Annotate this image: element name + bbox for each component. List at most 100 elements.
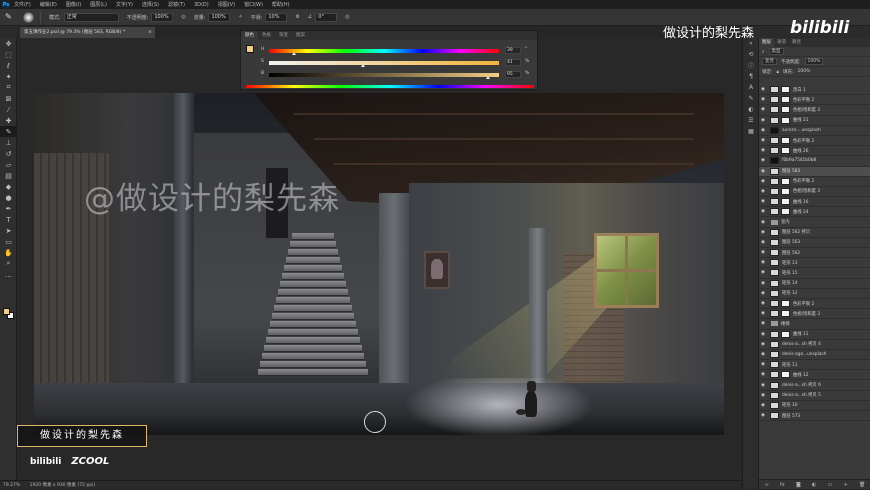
- angle-input[interactable]: 0°: [315, 12, 338, 22]
- marquee-tool-icon[interactable]: ⬚: [0, 49, 17, 60]
- eraser-tool-icon[interactable]: ▱: [0, 159, 17, 170]
- layer-row[interactable]: ◉ 色相/饱和度 3: [759, 105, 870, 116]
- layer-row[interactable]: ◉ 矩形 10: [759, 401, 870, 411]
- visibility-eye-icon[interactable]: ◉: [759, 138, 767, 143]
- visibility-eye-icon[interactable]: ◉: [759, 321, 767, 326]
- layer-row[interactable]: ◉ 图层 562: [759, 248, 870, 259]
- menu-window[interactable]: 窗口(W): [244, 1, 263, 8]
- layer-row[interactable]: ◉ 矩形 15: [759, 268, 870, 279]
- layer-row[interactable]: ◉ 曲线 16: [759, 197, 870, 208]
- visibility-eye-icon[interactable]: ◉: [759, 281, 767, 286]
- zoom-tool-icon[interactable]: ⌕: [0, 258, 17, 269]
- visibility-eye-icon[interactable]: ◉: [759, 230, 767, 235]
- shape-tool-icon[interactable]: ▭: [0, 236, 17, 247]
- lasso-tool-icon[interactable]: ℓ: [0, 60, 17, 71]
- tab-patterns[interactable]: 图案: [292, 31, 309, 40]
- saturation-slider[interactable]: [269, 61, 499, 65]
- layer-row[interactable]: ◉ denis-a...sh 拷贝 6: [759, 380, 870, 391]
- quick-select-tool-icon[interactable]: ✦: [0, 71, 17, 82]
- layer-row[interactable]: ◉ f0b9a7541b0b8: [759, 156, 870, 167]
- menu-edit[interactable]: 编辑(E): [40, 1, 57, 8]
- layer-row[interactable]: ◉ 色相/饱和度 3: [759, 187, 870, 198]
- frame-tool-icon[interactable]: ⊠: [0, 93, 17, 104]
- tab-swatches[interactable]: 色板: [258, 31, 275, 40]
- brush-tool-icon[interactable]: ✎: [5, 12, 15, 22]
- properties-icon[interactable]: ☰: [743, 115, 759, 126]
- delete-layer-icon[interactable]: 🗑︎: [859, 482, 865, 488]
- canvas-area[interactable]: @做设计的梨先森: [17, 38, 742, 479]
- hue-input[interactable]: 39: [505, 47, 521, 54]
- saturation-input[interactable]: 41: [505, 59, 521, 66]
- more-tools-icon[interactable]: …: [0, 269, 17, 280]
- visibility-eye-icon[interactable]: ◉: [759, 189, 767, 194]
- layer-row[interactable]: ◉ 矩形 13: [759, 258, 870, 269]
- new-layer-icon[interactable]: +: [844, 482, 848, 488]
- visibility-eye-icon[interactable]: ◉: [759, 301, 767, 306]
- menu-filter[interactable]: 滤镜(T): [168, 1, 185, 8]
- layer-row[interactable]: ◉ denis-ago...unsplash: [759, 350, 870, 361]
- visibility-eye-icon[interactable]: ◉: [759, 97, 767, 102]
- layer-row[interactable]: ◉ denis-a...sh 拷贝 4: [759, 340, 870, 350]
- menu-select[interactable]: 选择(S): [142, 1, 159, 8]
- layer-row[interactable]: ◉ 色彩平衡 2: [759, 177, 870, 187]
- tab-paths[interactable]: 路径: [789, 38, 804, 47]
- hue-slider-thumb[interactable]: [291, 52, 296, 55]
- menu-layer[interactable]: 图层(L): [90, 1, 107, 8]
- brightness-slider[interactable]: [269, 73, 499, 77]
- layer-row[interactable]: ◉ denis-a...sh 拷贝 5: [759, 391, 870, 401]
- adjustments-icon[interactable]: ◐: [743, 104, 759, 115]
- layer-row[interactable]: ◉ 色相/饱和度 3: [759, 309, 870, 320]
- layer-row[interactable]: ◉ 室内: [759, 217, 870, 228]
- layer-row[interactable]: ◉ 黑白 1: [759, 85, 870, 96]
- tab-color[interactable]: 颜色: [241, 31, 258, 40]
- document-tab[interactable]: 第五课作业2.psd @ 79.3% (图层 583, RGB/8) * ×: [20, 27, 155, 38]
- visibility-eye-icon[interactable]: ◉: [759, 220, 767, 225]
- visibility-eye-icon[interactable]: ◉: [759, 332, 767, 337]
- hand-tool-icon[interactable]: ✋: [0, 247, 17, 258]
- brightness-slider-thumb[interactable]: [485, 76, 490, 79]
- link-layers-icon[interactable]: ∞: [765, 482, 769, 488]
- history-brush-tool-icon[interactable]: ↺: [0, 148, 17, 159]
- visibility-eye-icon[interactable]: ◉: [759, 291, 767, 296]
- menu-file[interactable]: 文件(F): [14, 1, 31, 8]
- crop-tool-icon[interactable]: ⌗: [0, 82, 17, 93]
- brush-tool-icon[interactable]: ✎: [0, 126, 17, 137]
- tab-layers[interactable]: 图层: [759, 38, 774, 47]
- pressure-opacity-icon[interactable]: ◎: [181, 14, 185, 20]
- visibility-eye-icon[interactable]: ◉: [759, 362, 767, 367]
- opacity-input[interactable]: 100%: [151, 12, 174, 22]
- pen-tool-icon[interactable]: ✒: [0, 203, 17, 214]
- close-tab-icon[interactable]: ×: [148, 27, 152, 38]
- brightness-input[interactable]: 95: [505, 71, 521, 78]
- eyedropper-tool-icon[interactable]: ⁄: [0, 104, 17, 115]
- visibility-eye-icon[interactable]: ◉: [759, 209, 767, 214]
- flow-input[interactable]: 100%: [208, 12, 231, 22]
- menu-3d[interactable]: 3D(D): [194, 2, 209, 8]
- visibility-eye-icon[interactable]: ◉: [759, 158, 767, 163]
- collapse-icon[interactable]: »: [743, 38, 759, 49]
- layer-row[interactable]: ◉ 矩形 12: [759, 289, 870, 299]
- layer-row[interactable]: ◉ 矩形 14: [759, 279, 870, 289]
- add-mask-icon[interactable]: ◙: [796, 482, 801, 488]
- clone-stamp-tool-icon[interactable]: ⊥: [0, 137, 17, 148]
- airbrush-icon[interactable]: ✧: [238, 14, 242, 20]
- type-tool-icon[interactable]: T: [0, 214, 17, 225]
- visibility-eye-icon[interactable]: ◉: [759, 342, 767, 347]
- libraries-icon[interactable]: ▦: [743, 126, 759, 137]
- fill-input[interactable]: 100%: [797, 69, 810, 74]
- adjustment-layer-icon[interactable]: ◐: [812, 482, 816, 488]
- gradient-tool-icon[interactable]: ▤: [0, 170, 17, 181]
- layer-row[interactable]: ◉ 曲线 24: [759, 207, 870, 218]
- artwork-canvas[interactable]: @做设计的梨先森: [34, 93, 724, 435]
- visibility-eye-icon[interactable]: ◉: [759, 128, 767, 133]
- fx-icon[interactable]: fx: [780, 482, 785, 488]
- visibility-eye-icon[interactable]: ◉: [759, 403, 767, 408]
- foreground-color-swatch[interactable]: [3, 308, 10, 315]
- visibility-eye-icon[interactable]: ◉: [759, 413, 767, 418]
- path-select-tool-icon[interactable]: ➤: [0, 225, 17, 236]
- layer-row[interactable]: ◉ 曲线 11: [759, 330, 870, 340]
- visibility-eye-icon[interactable]: ◉: [759, 250, 767, 255]
- brush-preset-picker[interactable]: [23, 11, 34, 23]
- blur-tool-icon[interactable]: ◆: [0, 181, 17, 192]
- healing-tool-icon[interactable]: ✚: [0, 115, 17, 126]
